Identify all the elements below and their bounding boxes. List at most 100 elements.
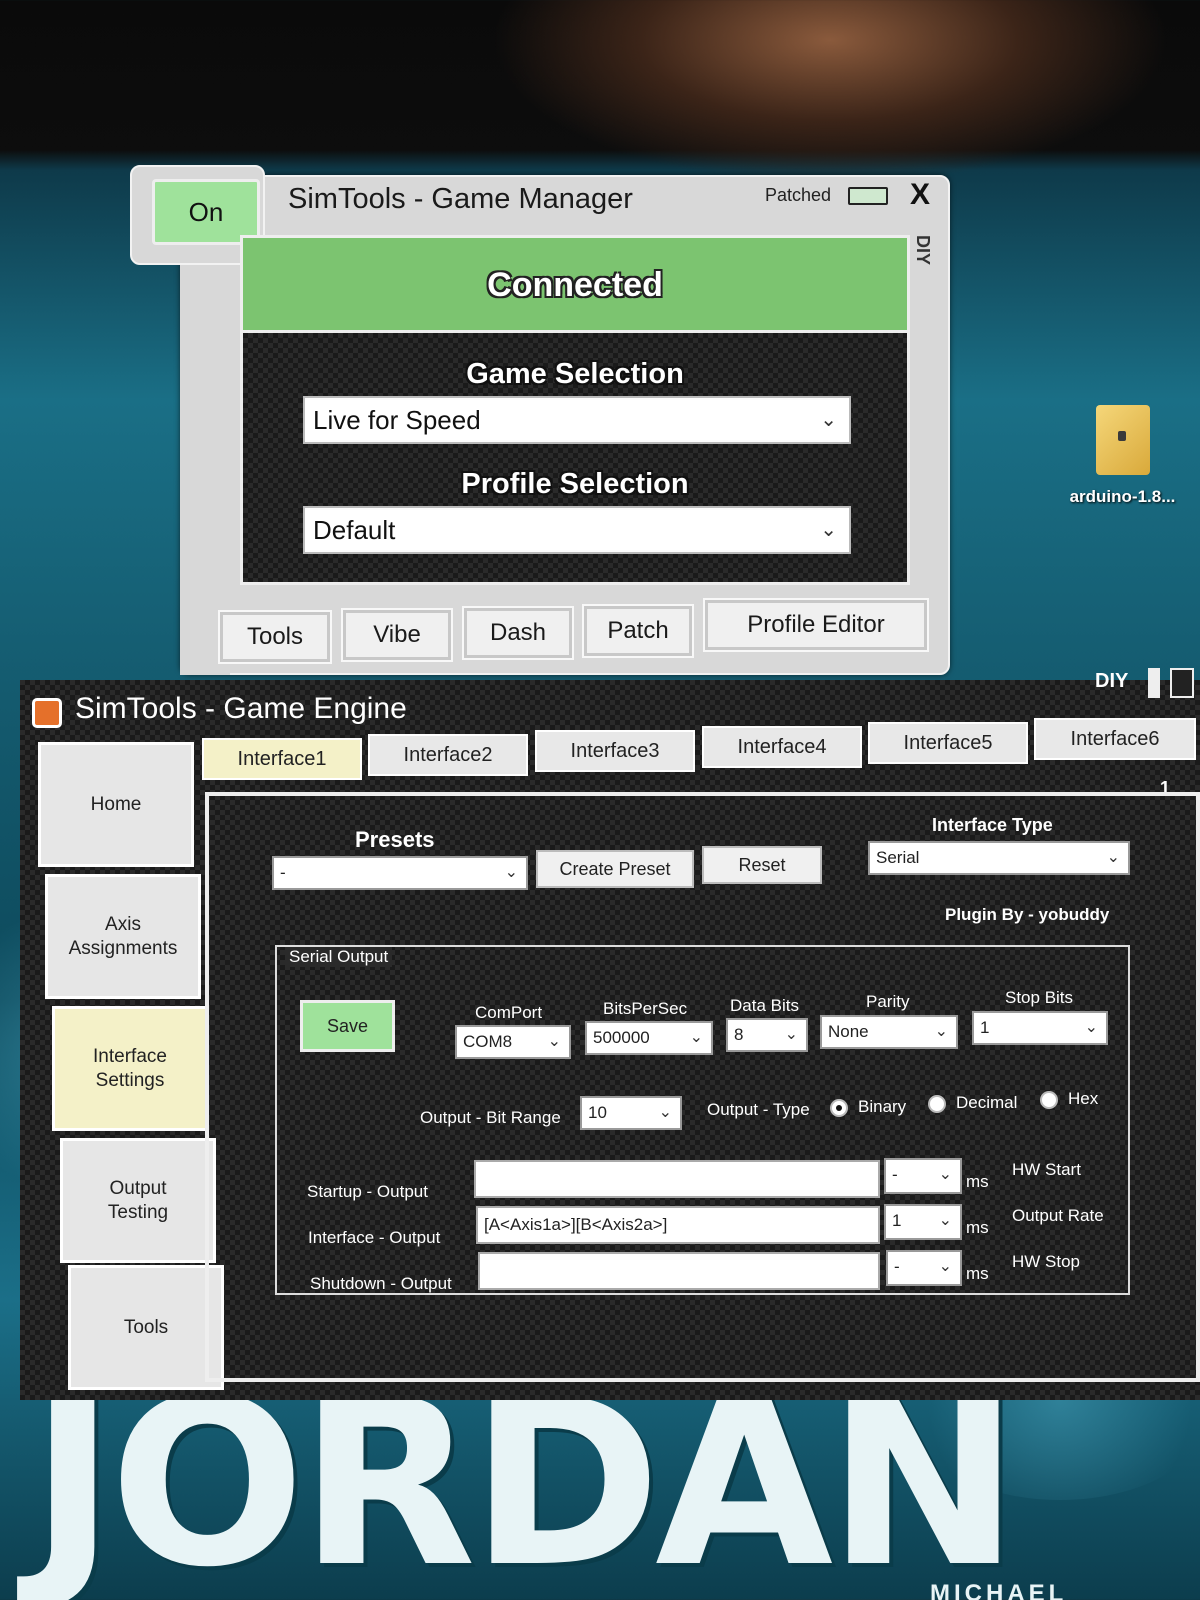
patched-label: Patched bbox=[765, 185, 832, 205]
ms-unit: ms bbox=[966, 1172, 989, 1191]
dash-button[interactable]: Dash bbox=[462, 606, 574, 660]
tab-interface6[interactable]: Interface6 bbox=[1034, 718, 1196, 760]
sidebar-item-interface-settings[interactable]: Interface Settings bbox=[52, 1006, 208, 1131]
chevron-down-icon: ⌄ bbox=[820, 519, 837, 541]
vibe-button[interactable]: Vibe bbox=[341, 608, 453, 662]
connection-status: Connected bbox=[243, 238, 907, 333]
chevron-down-icon: ⌄ bbox=[547, 1033, 561, 1050]
bits-per-sec-label: BitsPerSec bbox=[603, 999, 688, 1018]
sidebar-item-home[interactable]: Home bbox=[38, 742, 194, 867]
comport-value: COM8 bbox=[463, 1032, 513, 1051]
hw-start-label: HW Start bbox=[1012, 1160, 1081, 1179]
parity-value: None bbox=[828, 1022, 869, 1041]
startup-output-field[interactable] bbox=[474, 1160, 880, 1198]
interface-type-dropdown[interactable]: Serial ⌄ bbox=[868, 841, 1130, 875]
game-manager-panel: Connected Game Selection Live for Speed … bbox=[240, 235, 910, 585]
diy-side-label: DIY bbox=[913, 235, 933, 266]
folder-icon bbox=[1095, 405, 1150, 475]
stop-bits-label: Stop Bits bbox=[1005, 988, 1074, 1007]
game-selection-label: Game Selection bbox=[466, 358, 684, 390]
desktop-icon-arduino[interactable]: arduino-1.8... bbox=[1055, 405, 1190, 507]
interface-output-field[interactable]: [A<Axis1a>][B<Axis2a>] bbox=[476, 1206, 880, 1244]
output-type-decimal-label: Decimal bbox=[956, 1093, 1018, 1112]
sidebar-item-output-testing[interactable]: Output Testing bbox=[60, 1138, 216, 1263]
reset-button[interactable]: Reset bbox=[702, 846, 822, 884]
ms-unit: ms bbox=[966, 1264, 989, 1283]
startup-ms-value: - bbox=[892, 1165, 898, 1184]
comport-label: ComPort bbox=[475, 1003, 543, 1022]
hw-stop-label: HW Stop bbox=[1012, 1252, 1081, 1271]
bits-per-sec-value: 500000 bbox=[593, 1028, 650, 1047]
output-type-decimal-radio[interactable] bbox=[928, 1095, 946, 1113]
tools-button[interactable]: Tools bbox=[218, 610, 332, 664]
serial-output-legend: Serial Output bbox=[285, 947, 393, 967]
bit-range-label: Output - Bit Range bbox=[420, 1108, 561, 1127]
patch-button[interactable]: Patch bbox=[582, 604, 694, 658]
stop-bits-dropdown[interactable]: 1 ⌄ bbox=[972, 1011, 1108, 1045]
simtools-app-icon bbox=[32, 698, 62, 728]
tab-interface2[interactable]: Interface2 bbox=[368, 734, 528, 776]
diy-label: DIY bbox=[1095, 670, 1129, 692]
interface-ms-value: 1 bbox=[892, 1211, 902, 1230]
chevron-down-icon: ⌄ bbox=[938, 1212, 952, 1229]
output-type-hex-radio[interactable] bbox=[1040, 1091, 1058, 1109]
profile-selection-dropdown[interactable]: Default ⌄ bbox=[303, 506, 851, 554]
chevron-down-icon: ⌄ bbox=[820, 409, 837, 431]
chevron-down-icon: ⌄ bbox=[938, 1166, 952, 1183]
presets-value: - bbox=[280, 863, 286, 882]
output-type-binary-label: Binary bbox=[858, 1097, 907, 1116]
tab-interface3[interactable]: Interface3 bbox=[535, 730, 695, 772]
data-bits-dropdown[interactable]: 8 ⌄ bbox=[726, 1018, 808, 1052]
profile-selection-value: Default bbox=[313, 515, 396, 545]
minimize-icon[interactable] bbox=[1148, 668, 1160, 698]
parity-label: Parity bbox=[866, 992, 910, 1011]
game-selection-dropdown[interactable]: Live for Speed ⌄ bbox=[303, 396, 851, 444]
ms-unit: ms bbox=[966, 1218, 989, 1237]
chevron-down-icon: ⌄ bbox=[658, 1104, 672, 1121]
game-selection-value: Live for Speed bbox=[313, 405, 481, 435]
chevron-down-icon: ⌄ bbox=[934, 1023, 948, 1040]
sidebar-item-axis-assignments[interactable]: Axis Assignments bbox=[45, 874, 201, 999]
chevron-down-icon: ⌄ bbox=[504, 864, 518, 881]
tab-interface5[interactable]: Interface5 bbox=[868, 722, 1028, 764]
chevron-down-icon: ⌄ bbox=[1084, 1019, 1098, 1036]
sidebar-item-tools[interactable]: Tools bbox=[68, 1265, 224, 1390]
startup-ms-dropdown[interactable]: - ⌄ bbox=[884, 1158, 962, 1194]
wallpaper-subtext: MICHAEL bbox=[930, 1580, 1068, 1600]
shutdown-output-label: Shutdown - Output bbox=[310, 1274, 452, 1293]
startup-output-label: Startup - Output bbox=[307, 1182, 428, 1201]
presets-dropdown[interactable]: - ⌄ bbox=[272, 856, 528, 890]
output-type-hex-label: Hex bbox=[1068, 1089, 1099, 1108]
interface-type-value: Serial bbox=[876, 848, 920, 867]
bits-per-sec-dropdown[interactable]: 500000 ⌄ bbox=[585, 1021, 713, 1055]
chevron-down-icon: ⌄ bbox=[784, 1026, 798, 1043]
interface-output-label: Interface - Output bbox=[308, 1228, 441, 1247]
plugin-by-label: Plugin By - yobuddy bbox=[945, 905, 1110, 924]
wallpaper-jordan-text: JORDAN bbox=[30, 1351, 1020, 1600]
tab-interface4[interactable]: Interface4 bbox=[702, 726, 862, 768]
profile-editor-button[interactable]: Profile Editor bbox=[703, 598, 929, 652]
output-type-binary-radio[interactable] bbox=[830, 1099, 848, 1117]
save-button[interactable]: Save bbox=[300, 1000, 395, 1052]
close-button[interactable]: X bbox=[900, 175, 940, 215]
presets-label: Presets bbox=[355, 827, 435, 852]
comport-dropdown[interactable]: COM8 ⌄ bbox=[455, 1025, 571, 1059]
chevron-down-icon: ⌄ bbox=[938, 1258, 952, 1275]
create-preset-button[interactable]: Create Preset bbox=[536, 850, 694, 888]
patched-indicator-icon bbox=[848, 187, 888, 205]
data-bits-value: 8 bbox=[734, 1025, 744, 1044]
game-manager-title: SimTools - Game Manager bbox=[288, 183, 633, 215]
output-type-label: Output - Type bbox=[707, 1100, 810, 1119]
bit-range-dropdown[interactable]: 10 ⌄ bbox=[580, 1096, 682, 1130]
shutdown-output-field[interactable] bbox=[478, 1252, 880, 1290]
tab-interface1[interactable]: Interface1 bbox=[202, 738, 362, 780]
shutdown-ms-dropdown[interactable]: - ⌄ bbox=[886, 1250, 962, 1286]
parity-dropdown[interactable]: None ⌄ bbox=[820, 1015, 958, 1049]
chevron-down-icon: ⌄ bbox=[689, 1029, 703, 1046]
interface-ms-dropdown[interactable]: 1 ⌄ bbox=[884, 1204, 962, 1240]
output-rate-label: Output Rate bbox=[1012, 1206, 1104, 1225]
desktop-icon-label: arduino-1.8... bbox=[1069, 487, 1176, 506]
close-icon[interactable] bbox=[1170, 668, 1194, 698]
chevron-down-icon: ⌄ bbox=[1106, 849, 1120, 866]
bit-range-value: 10 bbox=[588, 1103, 607, 1122]
